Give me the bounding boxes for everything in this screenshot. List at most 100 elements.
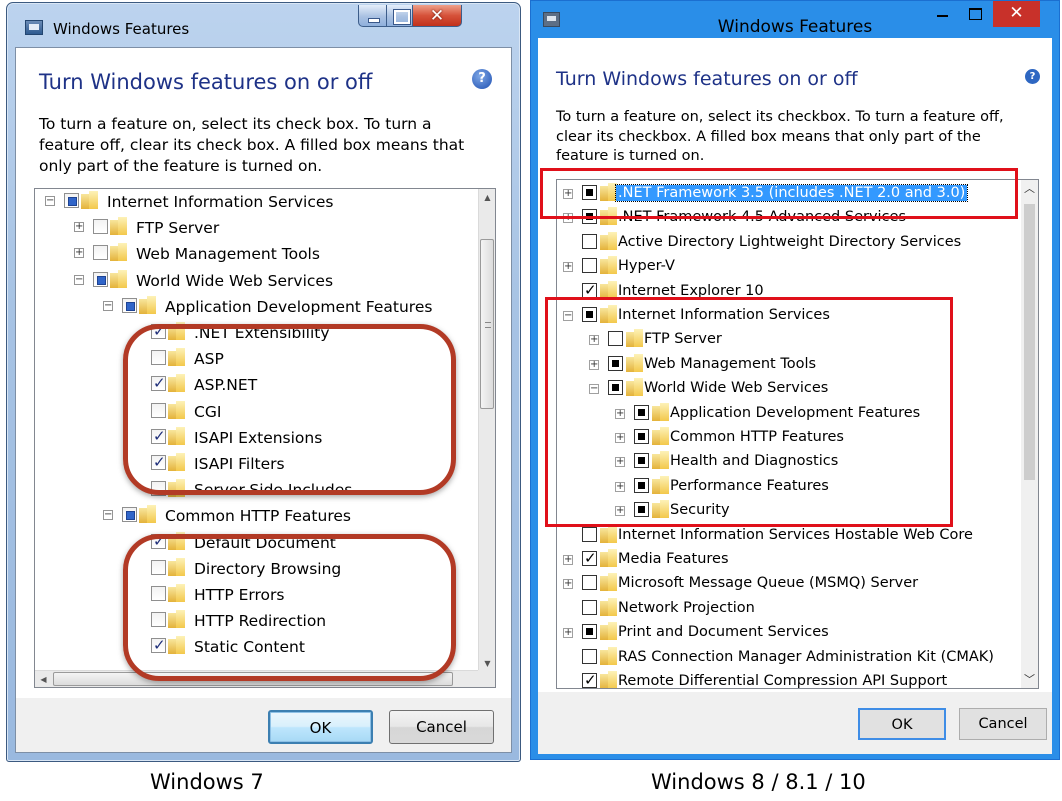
dialog-heading: Turn Windows features on or off: [556, 68, 858, 90]
folder-icon: [139, 295, 157, 314]
cancel-button[interactable]: Cancel: [389, 710, 494, 744]
feature-checkbox[interactable]: [582, 624, 597, 640]
feature-label: Remote Differential Compression API Supp…: [618, 673, 948, 689]
close-button[interactable]: ✕: [412, 5, 462, 27]
vertical-scrollbar[interactable]: ︿ ﹀: [1021, 180, 1038, 688]
tree-row[interactable]: + FTP Server: [35, 215, 478, 241]
collapse-minus-icon[interactable]: −: [74, 274, 84, 285]
tree-row[interactable]: + Web Management Tools: [35, 241, 478, 267]
folder-icon: [139, 505, 157, 524]
feature-checkbox[interactable]: [93, 245, 108, 261]
folder-icon: [600, 573, 618, 592]
tree-row[interactable]: + Microsoft Message Queue (MSMQ) Server: [557, 572, 1021, 597]
minimize-button[interactable]: [928, 1, 958, 27]
feature-label: Microsoft Message Queue (MSMQ) Server: [618, 575, 919, 592]
highlight-oval-common-http: [123, 534, 456, 681]
tree-row[interactable]: Network Projection: [557, 597, 1021, 622]
expand-plus-icon[interactable]: +: [563, 555, 573, 565]
expand-plus-icon[interactable]: +: [563, 579, 573, 590]
feature-checkbox[interactable]: [582, 648, 597, 664]
tree-row[interactable]: − Internet Information Services: [35, 189, 478, 215]
windows8-caption: Windows 8 / 8.1 / 10: [651, 770, 866, 794]
feature-checkbox[interactable]: [122, 297, 137, 313]
scroll-down-arrow-icon[interactable]: ﹀: [1021, 671, 1038, 688]
scrollbar-corner: [478, 670, 495, 687]
windows7-features-dialog: Windows Features ✕ Turn Windows features…: [6, 2, 521, 762]
help-icon[interactable]: ?: [1025, 69, 1040, 84]
maximize-button[interactable]: [961, 1, 989, 27]
maximize-button[interactable]: [386, 5, 413, 27]
vertical-scrollbar[interactable]: ▲ ▼: [478, 189, 495, 672]
feature-checkbox[interactable]: [582, 671, 597, 688]
tree-row[interactable]: RAS Connection Manager Administration Ki…: [557, 646, 1021, 671]
feature-label: FTP Server: [136, 219, 220, 238]
feature-checkbox[interactable]: [582, 233, 597, 249]
scroll-up-arrow-icon[interactable]: ▲: [479, 189, 495, 206]
feature-checkbox[interactable]: [582, 549, 597, 567]
feature-checkbox[interactable]: [582, 258, 597, 274]
folder-icon: [110, 243, 128, 262]
scroll-up-arrow-icon[interactable]: ︿: [1021, 180, 1038, 197]
minimize-button[interactable]: [358, 5, 387, 27]
feature-checkbox[interactable]: [122, 507, 137, 523]
highlight-rect-net-framework: [540, 168, 1018, 219]
windows7-caption: Windows 7: [150, 770, 264, 794]
title-bar[interactable]: Windows Features ✕: [7, 3, 520, 47]
close-icon: ✕: [1009, 3, 1024, 23]
highlight-rect-iis: [545, 297, 953, 527]
tree-row[interactable]: Remote Differential Compression API Supp…: [557, 670, 1021, 689]
tree-row[interactable]: Internet Information Services Hostable W…: [557, 524, 1021, 549]
dialog-heading: Turn Windows features on or off: [39, 70, 373, 94]
collapse-minus-icon[interactable]: −: [45, 196, 55, 206]
folder-icon: [600, 622, 618, 641]
folder-icon: [600, 231, 618, 250]
feature-label: Web Management Tools: [136, 245, 320, 264]
feature-label: World Wide Web Services: [136, 271, 334, 290]
window-title: Windows Features: [53, 20, 190, 38]
scroll-left-arrow-icon[interactable]: ◀: [35, 671, 52, 687]
expand-plus-icon[interactable]: +: [74, 248, 84, 259]
vertical-scroll-thumb[interactable]: [480, 239, 494, 409]
windows8-features-dialog: Windows Features ✕ Turn Windows features…: [530, 0, 1060, 760]
tree-row[interactable]: + Media Features: [557, 548, 1021, 573]
feature-label: Print and Document Services: [618, 624, 829, 641]
feature-checkbox[interactable]: [582, 281, 597, 299]
feature-checkbox[interactable]: [582, 599, 597, 615]
collapse-minus-icon[interactable]: −: [103, 300, 113, 311]
dialog-description: To turn a feature on, select its checkbo…: [556, 109, 1004, 164]
folder-icon: [600, 524, 618, 543]
expand-plus-icon[interactable]: +: [563, 628, 573, 639]
feature-checkbox[interactable]: [93, 271, 108, 287]
collapse-minus-icon[interactable]: −: [103, 510, 113, 521]
feature-label: Application Development Features: [165, 297, 433, 316]
folder-icon: [81, 191, 99, 209]
highlight-oval-app-dev: [123, 324, 456, 495]
tree-row[interactable]: + Print and Document Services: [557, 621, 1021, 646]
vertical-scroll-thumb[interactable]: [1024, 204, 1035, 480]
tree-row[interactable]: + Hyper-V: [557, 255, 1021, 280]
feature-checkbox[interactable]: [93, 219, 108, 235]
feature-label: Network Projection: [618, 599, 755, 616]
close-button[interactable]: ✕: [993, 1, 1040, 27]
close-icon: ✕: [429, 6, 445, 26]
folder-icon: [600, 280, 618, 299]
feature-label: Internet Information Services: [107, 193, 334, 211]
tree-row[interactable]: − Common HTTP Features: [35, 503, 478, 529]
feature-checkbox[interactable]: [582, 526, 597, 542]
cancel-button[interactable]: Cancel: [959, 708, 1047, 740]
tree-row[interactable]: − Application Development Features: [35, 294, 478, 320]
help-icon[interactable]: ?: [472, 69, 492, 89]
folder-icon: [600, 256, 618, 275]
feature-label: Common HTTP Features: [165, 507, 351, 526]
ok-button[interactable]: OK: [858, 708, 946, 740]
expand-plus-icon[interactable]: +: [563, 262, 573, 273]
tree-row[interactable]: − World Wide Web Services: [35, 268, 478, 294]
folder-icon: [600, 549, 618, 567]
dialog-description: To turn a feature on, select its check b…: [39, 115, 465, 175]
feature-label: Hyper-V: [618, 258, 675, 275]
expand-plus-icon[interactable]: +: [74, 222, 84, 233]
feature-checkbox[interactable]: [64, 193, 79, 208]
feature-checkbox[interactable]: [582, 575, 597, 591]
ok-button[interactable]: OK: [268, 710, 373, 744]
tree-row[interactable]: Active Directory Lightweight Directory S…: [557, 231, 1021, 256]
